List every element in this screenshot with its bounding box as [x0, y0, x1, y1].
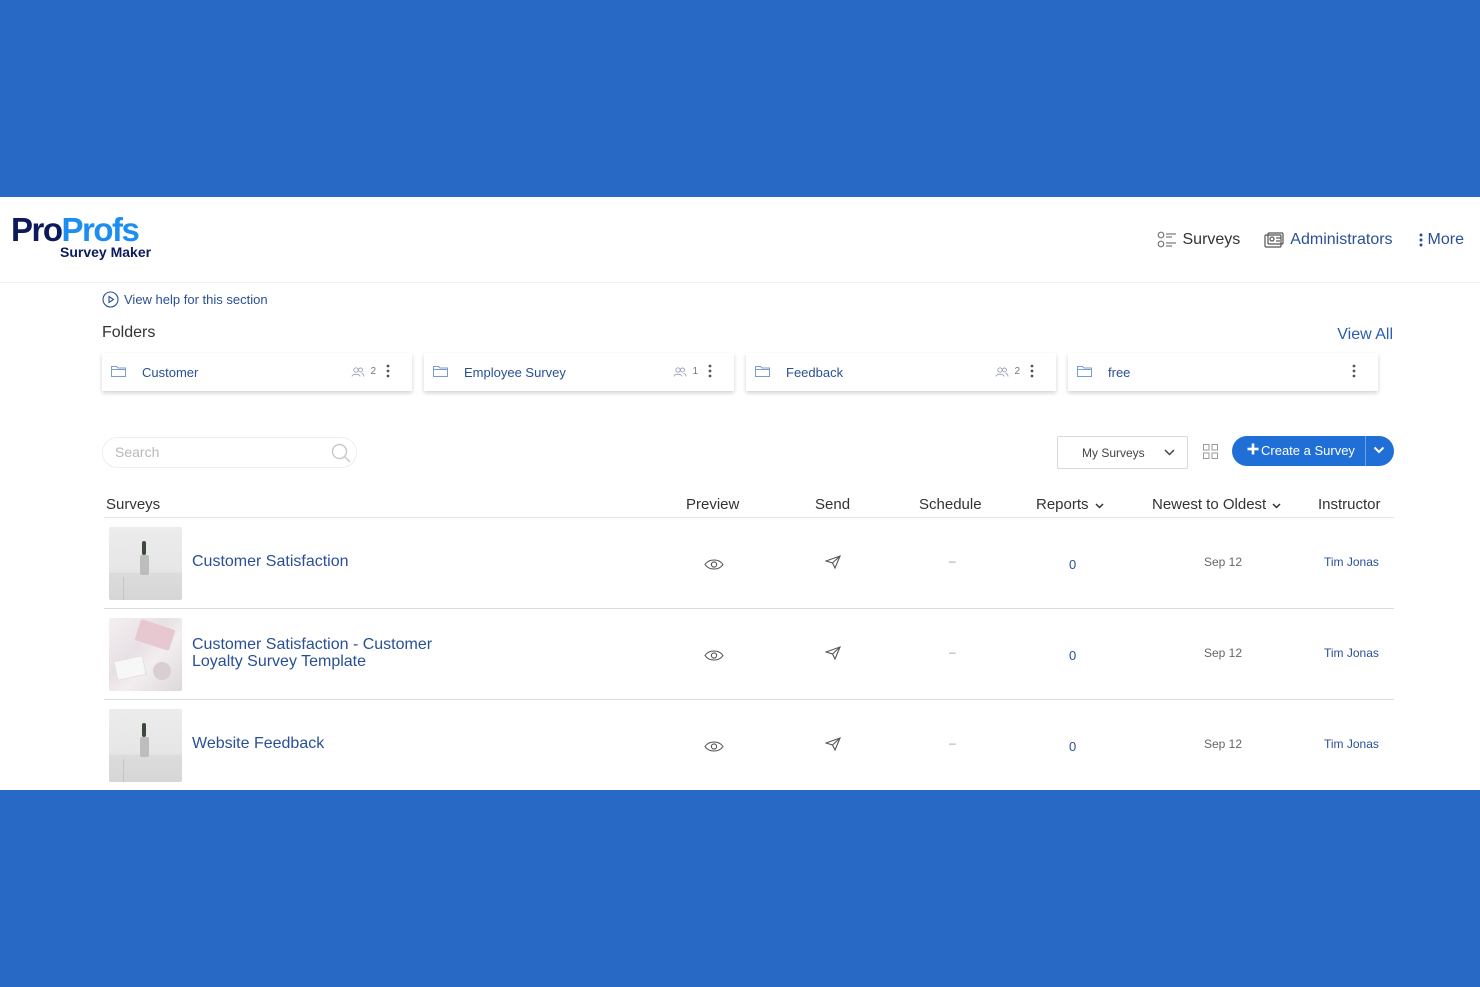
column-header-schedule: Schedule	[919, 496, 982, 513]
table-row: Website Feedback – 0 Sep 12 Tim Jonas	[104, 700, 1394, 791]
top-header: ProProfs Survey Maker Surveys Administra…	[0, 197, 1480, 283]
search-input[interactable]	[115, 444, 315, 460]
instructor-name: Tim Jonas	[1324, 737, 1379, 751]
folder-menu-icon[interactable]	[386, 364, 390, 378]
reports-header-label: Reports	[1036, 496, 1089, 513]
view-all-link[interactable]: View All	[1337, 326, 1393, 344]
folder-user-count: 1	[692, 366, 698, 377]
table-row: Customer Satisfaction – 0 Sep 12 Tim Jon…	[104, 518, 1394, 609]
folders-heading: Folders	[102, 324, 156, 341]
folder-name: Customer	[142, 365, 199, 380]
create-survey-label: Create a Survey	[1261, 443, 1355, 458]
plus-icon	[1247, 443, 1259, 455]
folder-icon	[1077, 366, 1092, 377]
folder-name: Employee Survey	[464, 365, 566, 380]
users-icon	[673, 366, 687, 377]
chevron-down-icon	[1095, 503, 1104, 509]
column-header-reports[interactable]: Reports	[1036, 496, 1104, 513]
folder-menu-icon[interactable]	[708, 364, 712, 378]
app-window: ProProfs Survey Maker Surveys Administra…	[0, 197, 1480, 790]
create-survey-button[interactable]: Create a Survey	[1232, 436, 1394, 466]
folder-card[interactable]: free	[1068, 353, 1378, 391]
folder-user-count: 2	[1014, 366, 1020, 377]
instructor-name: Tim Jonas	[1324, 555, 1379, 569]
play-circle-icon	[102, 291, 119, 308]
folder-users: 2	[995, 366, 1020, 377]
schedule-value: –	[949, 554, 956, 568]
nav-more[interactable]: More	[1419, 231, 1464, 249]
eye-icon[interactable]	[704, 649, 724, 662]
nav-more-label: More	[1427, 231, 1464, 248]
logo-text-profs: Profs	[61, 211, 140, 248]
grid-view-icon[interactable]	[1203, 444, 1218, 459]
schedule-value: –	[949, 645, 956, 659]
survey-thumbnail[interactable]	[109, 527, 182, 600]
logo-product-name: Survey Maker	[60, 244, 152, 260]
button-divider	[1365, 436, 1366, 466]
folder-user-count: 2	[370, 366, 376, 377]
more-vertical-icon	[1419, 233, 1423, 247]
chevron-down-icon	[1272, 503, 1281, 509]
column-header-instructor: Instructor	[1318, 496, 1381, 513]
sort-dropdown[interactable]: Newest to Oldest	[1152, 496, 1281, 513]
schedule-value: –	[949, 736, 956, 750]
nav-administrators-label: Administrators	[1290, 231, 1393, 248]
column-header-preview: Preview	[686, 496, 740, 513]
search-box	[102, 437, 357, 468]
send-icon[interactable]	[825, 646, 841, 660]
column-header-surveys: Surveys	[106, 496, 161, 513]
proprofs-logo[interactable]: ProProfs Survey Maker	[11, 211, 151, 261]
nav-surveys-label: Surveys	[1182, 231, 1241, 248]
column-header-send: Send	[815, 496, 851, 513]
chevron-down-icon[interactable]	[1373, 446, 1385, 454]
folder-icon	[755, 366, 770, 377]
send-icon[interactable]	[825, 555, 841, 569]
survey-title-link[interactable]: Customer Satisfaction	[192, 553, 452, 570]
main-nav: Surveys Administrators More	[1133, 231, 1464, 249]
created-date: Sep 12	[1204, 737, 1243, 751]
eye-icon[interactable]	[704, 558, 724, 571]
reports-count-link[interactable]: 0	[1069, 557, 1076, 572]
folder-menu-icon[interactable]	[1030, 364, 1034, 378]
chevron-down-icon	[1164, 449, 1175, 456]
folder-users: 1	[673, 366, 698, 377]
search-icon[interactable]	[331, 443, 351, 463]
reports-count-link[interactable]: 0	[1069, 648, 1076, 663]
folder-card[interactable]: Employee Survey 1	[424, 353, 734, 391]
help-link[interactable]: View help for this section	[102, 291, 268, 308]
folder-name: Feedback	[786, 365, 844, 380]
folder-menu-icon[interactable]	[1352, 364, 1356, 378]
send-icon[interactable]	[825, 737, 841, 751]
id-card-icon	[1264, 232, 1284, 248]
users-icon	[351, 366, 365, 377]
nav-administrators[interactable]: Administrators	[1264, 231, 1393, 249]
table-row: Customer Satisfaction - Customer Loyalty…	[104, 609, 1394, 700]
survey-title-link[interactable]: Website Feedback	[192, 735, 452, 752]
survey-list-icon	[1157, 231, 1176, 248]
logo-text-pro: Pro	[11, 211, 63, 248]
folder-name: free	[1108, 365, 1131, 380]
eye-icon[interactable]	[704, 740, 724, 753]
survey-filter-select[interactable]: My Surveys	[1057, 436, 1188, 469]
sort-label: Newest to Oldest	[1152, 496, 1267, 513]
folder-icon	[433, 366, 448, 377]
folder-users: 2	[351, 366, 376, 377]
instructor-name: Tim Jonas	[1324, 646, 1379, 660]
created-date: Sep 12	[1204, 555, 1243, 569]
folder-card[interactable]: Feedback 2	[746, 353, 1056, 391]
survey-filter-value: My Surveys	[1082, 446, 1145, 460]
survey-title-link[interactable]: Customer Satisfaction - Customer Loyalty…	[192, 636, 452, 670]
folder-icon	[111, 366, 126, 377]
users-icon	[995, 366, 1009, 377]
survey-thumbnail[interactable]	[109, 709, 182, 782]
survey-thumbnail[interactable]	[109, 618, 182, 691]
reports-count-link[interactable]: 0	[1069, 739, 1076, 754]
nav-surveys[interactable]: Surveys	[1157, 231, 1241, 249]
help-link-label: View help for this section	[124, 292, 268, 307]
created-date: Sep 12	[1204, 646, 1243, 660]
folder-card[interactable]: Customer 2	[102, 353, 412, 391]
